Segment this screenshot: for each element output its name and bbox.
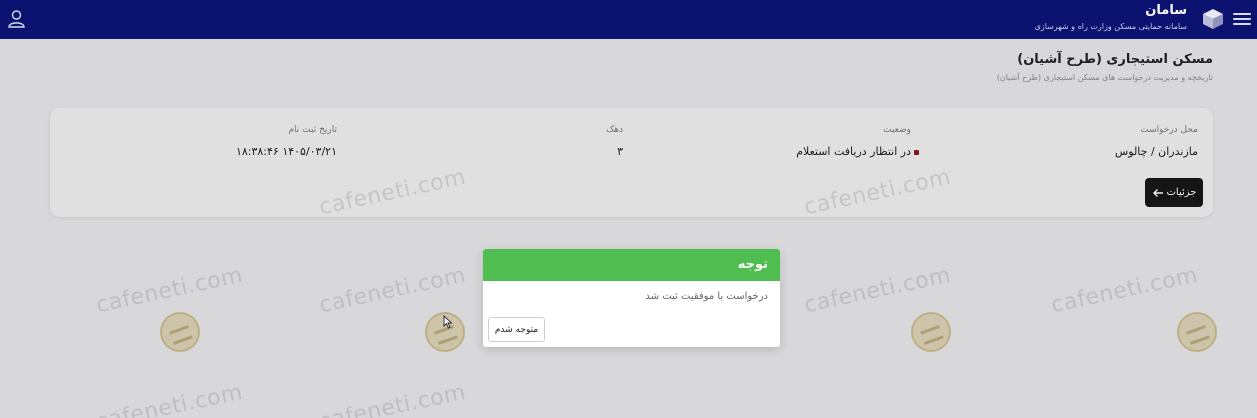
alert-dialog: توجه درخواست با موفقیت ثبت شد متوجه شدم: [483, 249, 780, 347]
brand: سامان سامانه حمایتی مسکن وزارت راه و شهر…: [1035, 3, 1187, 35]
box-logo-icon: [1203, 9, 1223, 29]
ok-button[interactable]: متوجه شدم: [488, 317, 545, 342]
dialog-message: درخواست با موفقیت ثبت شد: [645, 291, 768, 302]
modal-backdrop[interactable]: [0, 39, 1257, 418]
menu-icon[interactable]: [1233, 10, 1251, 28]
brand-title: سامان: [1145, 3, 1187, 18]
dialog-title: توجه: [483, 249, 780, 281]
mouse-cursor-icon: [443, 315, 453, 329]
top-bar: سامان سامانه حمایتی مسکن وزارت راه و شهر…: [0, 0, 1257, 39]
user-icon[interactable]: [8, 10, 25, 28]
brand-subtitle: سامانه حمایتی مسکن وزارت راه و شهرسازی: [1034, 22, 1187, 31]
